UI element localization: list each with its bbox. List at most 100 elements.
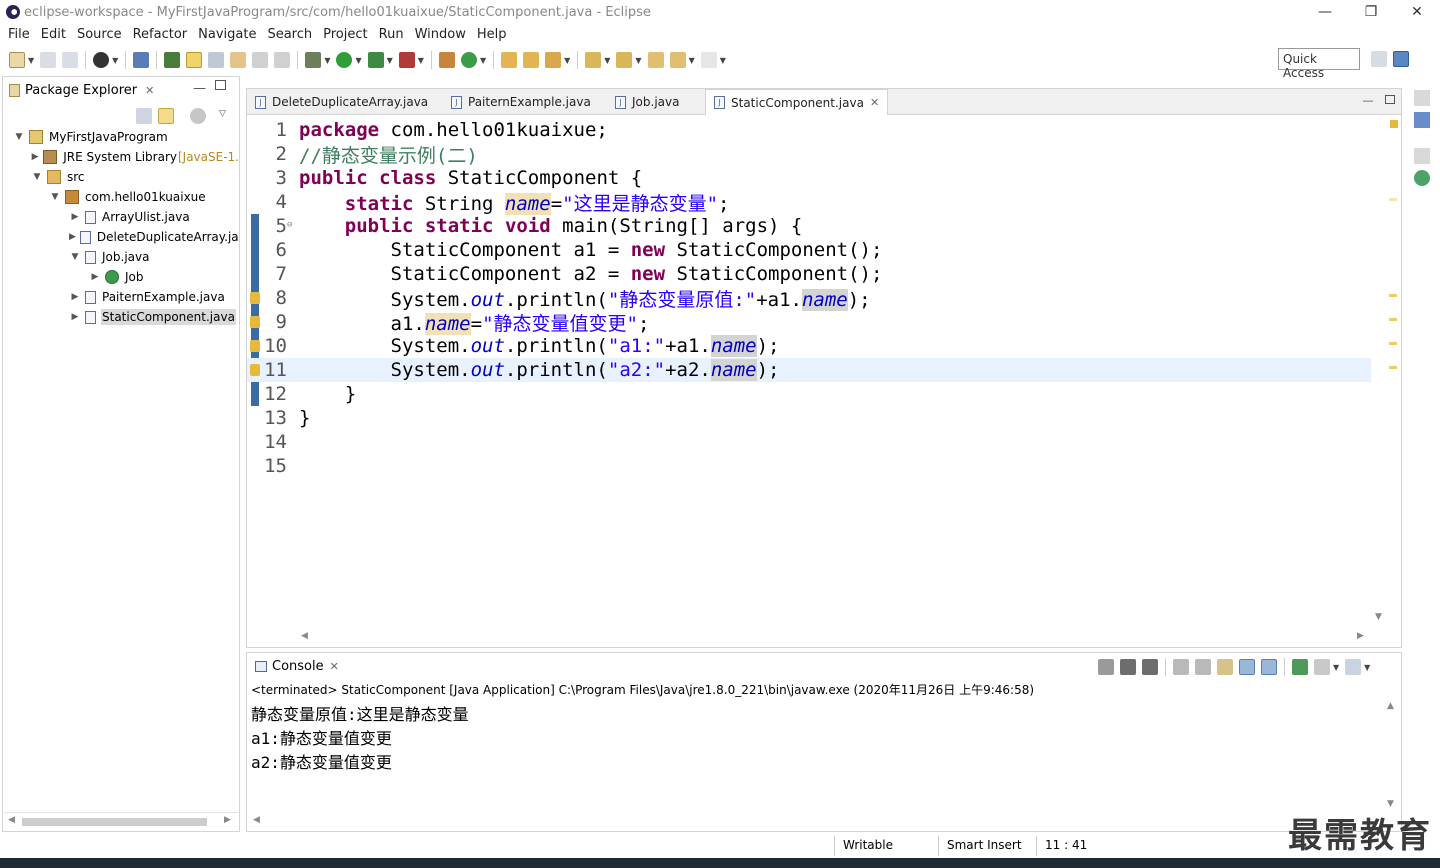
annotation-icon[interactable] [230, 52, 247, 68]
debug-run-icon[interactable] [93, 52, 110, 68]
chevron-down-icon[interactable]: ▼ [564, 56, 570, 65]
minimize-button[interactable]: — [1302, 0, 1348, 24]
new-java-class-icon[interactable] [460, 52, 477, 68]
chevron-down-icon[interactable]: ▼ [49, 192, 61, 202]
chevron-down-icon[interactable]: ▼ [31, 172, 43, 182]
warning-icon[interactable] [250, 340, 260, 352]
close-button[interactable]: ✕ [1394, 0, 1440, 24]
chevron-down-icon[interactable]: ▼ [324, 56, 330, 65]
code-line[interactable]: 1 package com.hello01kuaixue; [247, 118, 1371, 142]
editor-tab[interactable]: J PaiternExample.java [443, 89, 599, 115]
tree-item[interactable]: ▼ src [3, 167, 239, 187]
menu-run[interactable]: Run [375, 27, 408, 42]
restore-view-icon[interactable] [1414, 90, 1430, 106]
display-console-icon[interactable] [1314, 659, 1330, 675]
close-icon[interactable]: ✕ [145, 84, 154, 97]
warning-icon[interactable] [250, 364, 260, 376]
remove-all-terminated-icon[interactable] [1142, 659, 1158, 675]
code-line[interactable]: 11 System.out.println("a2:"+a2.name); [247, 358, 1371, 382]
maximize-view-icon[interactable] [215, 80, 226, 90]
coverage-icon[interactable] [367, 52, 384, 68]
view-menu-icon[interactable]: ▽ [219, 109, 226, 119]
warning-summary-icon[interactable] [1390, 120, 1398, 128]
paragraph-icon[interactable] [274, 52, 291, 68]
code-line[interactable]: 12 } [247, 382, 1371, 406]
menu-edit[interactable]: Edit [37, 27, 70, 42]
overview-mark[interactable] [1389, 342, 1397, 345]
close-icon[interactable]: ✕ [330, 660, 339, 673]
back-icon[interactable] [669, 52, 686, 68]
menu-help[interactable]: Help [473, 27, 511, 42]
console-horizontal-scrollbar[interactable]: ◀ [251, 813, 1383, 829]
tree-item[interactable]: ▼ MyFirstJavaProgram [3, 127, 239, 147]
menu-refactor[interactable]: Refactor [129, 27, 192, 42]
scroll-right-icon[interactable]: ▶ [224, 815, 231, 825]
tree-item[interactable]: ▶ PaiternExample.java [3, 287, 239, 307]
code-line[interactable]: 7 StaticComponent a2 = new StaticCompone… [247, 262, 1371, 286]
chevron-down-icon[interactable]: ▼ [720, 56, 726, 65]
show-whitespace-icon[interactable] [252, 52, 269, 68]
block-selection-icon[interactable] [208, 52, 225, 68]
menu-file[interactable]: File [4, 27, 34, 42]
tree-item[interactable]: ▶ ArrayUlist.java [3, 207, 239, 227]
console-output[interactable]: 静态变量原值:这里是静态变量 a1:静态变量值变更 a2:静态变量值变更 [251, 701, 1381, 773]
chevron-right-icon[interactable]: ▶ [69, 312, 81, 322]
skip-breakpoints-icon[interactable] [133, 52, 150, 68]
menu-window[interactable]: Window [411, 27, 470, 42]
tree-item[interactable]: ▼ Job.java [3, 247, 239, 267]
editor-horizontal-scrollbar[interactable]: ◀ ▶ [299, 628, 1371, 646]
scroll-down-icon[interactable]: ▼ [1375, 612, 1382, 622]
code-area[interactable]: 1 package com.hello01kuaixue; 2 //静态变量示例(二)… [247, 116, 1387, 628]
chevron-down-icon[interactable]: ▼ [418, 56, 424, 65]
code-line[interactable]: 6 StaticComponent a1 = new StaticCompone… [247, 238, 1371, 262]
code-line[interactable]: 9 a1.name="静态变量值变更"; [247, 310, 1371, 335]
code-line[interactable]: 2 //静态变量示例(二) [247, 142, 1371, 167]
close-icon[interactable]: ✕ [870, 96, 879, 109]
overview-mark[interactable] [1389, 198, 1397, 201]
code-line[interactable]: 13} [247, 406, 1371, 430]
overview-mark[interactable] [1389, 294, 1397, 297]
editor-vertical-scrollbar[interactable]: ▼ [1371, 116, 1387, 628]
pin-console-icon[interactable] [1292, 659, 1308, 675]
chevron-right-icon[interactable]: ▶ [31, 152, 39, 162]
debug-icon[interactable] [305, 52, 322, 68]
external-tools-icon[interactable] [398, 52, 415, 68]
forward-icon[interactable] [700, 52, 717, 68]
chevron-down-icon[interactable]: ▼ [112, 56, 118, 65]
chevron-right-icon[interactable]: ▶ [69, 232, 76, 242]
chevron-down-icon[interactable]: ▼ [355, 56, 361, 65]
tree-item[interactable]: ▶ JRE System Library [JavaSE-1. [3, 147, 239, 167]
outline-icon[interactable] [1414, 112, 1430, 128]
menu-source[interactable]: Source [73, 27, 126, 42]
warning-icon[interactable] [250, 316, 260, 328]
open-task-icon[interactable] [523, 52, 540, 68]
task-list-icon[interactable] [1414, 170, 1430, 186]
chevron-down-icon[interactable]: ▼ [387, 56, 393, 65]
console-vertical-scrollbar[interactable]: ▲ ▼ [1383, 699, 1399, 813]
tree-item[interactable]: ▶ StaticComponent.java [3, 307, 239, 327]
show-on-stderr-icon[interactable] [1261, 659, 1277, 675]
save-icon[interactable] [40, 52, 57, 68]
scroll-left-icon[interactable]: ◀ [8, 815, 15, 825]
java-perspective-icon[interactable] [1393, 51, 1409, 67]
focus-icon[interactable] [190, 108, 206, 124]
collapse-all-icon[interactable] [136, 108, 152, 124]
package-explorer-scrollbar[interactable]: ◀ ▶ [2, 812, 238, 830]
open-perspective-icon[interactable] [1371, 51, 1387, 67]
warning-icon[interactable] [250, 292, 260, 304]
new-icon[interactable] [9, 52, 25, 68]
chevron-down-icon[interactable]: ▼ [13, 132, 25, 142]
maximize-view-icon[interactable] [1385, 95, 1395, 104]
package-explorer-tab[interactable]: Package Explorer ✕ — [3, 77, 239, 103]
chevron-right-icon[interactable]: ▶ [89, 272, 101, 282]
last-edit-location-icon[interactable] [647, 52, 664, 68]
code-line[interactable]: 14 [247, 430, 1371, 454]
chevron-down-icon[interactable]: ▼ [480, 56, 486, 65]
chevron-down-icon[interactable]: ▼ [69, 252, 81, 262]
scroll-right-icon[interactable]: ▶ [1357, 631, 1364, 641]
overview-ruler[interactable] [1387, 116, 1401, 646]
open-console-icon[interactable] [1345, 659, 1362, 675]
chevron-down-icon[interactable]: ▼ [28, 56, 34, 65]
new-java-package-icon[interactable] [438, 52, 455, 68]
menu-project[interactable]: Project [319, 27, 371, 42]
